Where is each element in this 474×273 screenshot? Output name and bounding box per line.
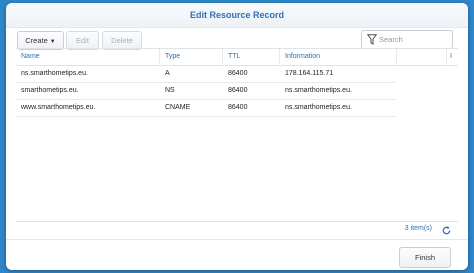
table-row[interactable]: ns.smarthometips.eu. A 86400 178.164.115… — [16, 66, 396, 83]
cell-name: ns.smarthometips.eu. — [21, 70, 88, 77]
footer-divider — [6, 239, 468, 240]
cell-type: NS — [165, 87, 175, 94]
table-row[interactable]: www.smarthometips.eu. CNAME 86400 ns.sma… — [16, 100, 396, 117]
item-count: 3 item(s) — [404, 225, 432, 232]
column-header-name[interactable]: Name — [16, 49, 160, 65]
cell-type: A — [165, 70, 170, 77]
cell-information: 178.164.115.71 — [285, 70, 334, 77]
cell-name: smarthometips.eu. — [21, 87, 79, 94]
table-footer: 3 item(s) — [16, 221, 458, 240]
cell-ttl: 86400 — [228, 87, 248, 94]
cell-name: www.smarthometips.eu. — [21, 104, 96, 111]
records-table: Name Type TTL Information I ns.smarthome… — [16, 48, 458, 227]
column-header-type[interactable]: Type — [160, 49, 223, 65]
table-header: Name Type TTL Information I — [16, 49, 458, 66]
refresh-icon[interactable] — [441, 225, 452, 236]
cell-ttl: 86400 — [228, 70, 248, 77]
cell-information: ns.smarthometips.eu. — [285, 104, 352, 111]
caret-down-icon: ▼ — [49, 39, 56, 45]
dialog-title: Edit Resource Record — [6, 3, 468, 28]
search-box[interactable] — [361, 30, 453, 49]
search-input[interactable] — [379, 32, 447, 46]
column-header-blank[interactable] — [397, 49, 447, 65]
cell-information: ns.smarthometips.eu. — [285, 87, 352, 94]
column-header-ttl[interactable]: TTL — [223, 49, 280, 65]
cell-type: CNAME — [165, 104, 191, 111]
finish-button[interactable]: Finish — [399, 247, 451, 268]
cell-ttl: 86400 — [228, 104, 248, 111]
create-button-label: Create — [25, 36, 48, 45]
column-header-extra[interactable]: I — [447, 49, 458, 65]
table-row[interactable]: smarthometips.eu. NS 86400 ns.smarthomet… — [16, 83, 396, 100]
column-header-information[interactable]: Information — [280, 49, 397, 65]
edit-resource-record-dialog: Edit Resource Record Create ▼ Edit Delete… — [6, 3, 468, 270]
filter-icon — [367, 34, 377, 45]
